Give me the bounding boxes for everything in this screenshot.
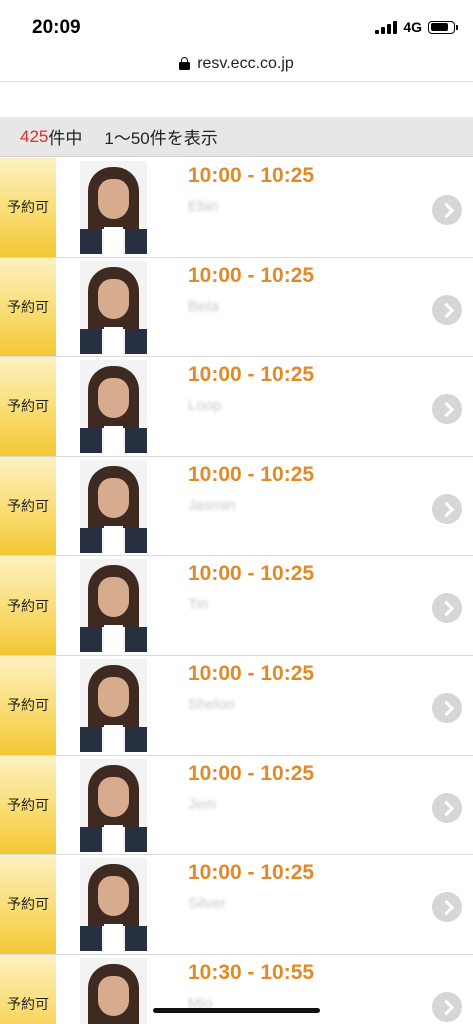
signal-icon	[375, 20, 398, 34]
teacher-name: Beta	[188, 297, 219, 315]
teacher-name: Silver	[188, 895, 226, 913]
lesson-time: 10:00 - 10:25	[188, 164, 315, 187]
teacher-row[interactable]: 予約可 10:00 - 10:25 Ebin	[0, 158, 473, 258]
teacher-photo	[80, 260, 147, 354]
status-cell: 予約可	[0, 855, 56, 954]
availability-label: 予約可	[7, 398, 49, 415]
teacher-photo	[80, 161, 147, 254]
lesson-time: 10:00 - 10:25	[188, 761, 315, 785]
teacher-photo	[80, 459, 147, 553]
chevron-right-icon[interactable]	[432, 294, 462, 325]
status-bar: 20:09 4G	[0, 0, 473, 46]
lock-icon	[179, 57, 191, 70]
availability-label: 予約可	[7, 896, 49, 913]
status-cell: 予約可	[0, 158, 56, 257]
availability-label: 予約可	[7, 298, 49, 315]
result-count-unit: 件中	[48, 129, 83, 148]
chevron-right-icon[interactable]	[432, 493, 462, 524]
status-cell: 予約可	[0, 456, 56, 556]
chevron-right-icon[interactable]	[432, 195, 462, 225]
chevron-right-icon[interactable]	[432, 692, 462, 723]
teacher-name: Loop	[188, 397, 222, 415]
lesson-time: 10:00 - 10:25	[188, 661, 315, 685]
teacher-name: Tin	[188, 596, 209, 614]
lesson-time: 10:00 - 10:25	[188, 363, 315, 387]
teacher-photo	[80, 957, 147, 1024]
teacher-name: Jem	[188, 795, 217, 813]
teacher-row[interactable]: 予約可 10:00 - 10:25 Silver	[0, 855, 473, 955]
status-cell: 予約可	[0, 655, 56, 755]
status-indicators: 4G	[375, 19, 458, 35]
status-cell: 予約可	[0, 954, 56, 1024]
teacher-row[interactable]: 予約可 10:30 - 10:55 Mio	[0, 954, 473, 1024]
availability-label: 予約可	[7, 597, 49, 614]
chevron-right-icon[interactable]	[432, 892, 462, 923]
teacher-name: Shelon	[188, 695, 235, 713]
status-time: 20:09	[32, 17, 81, 38]
chevron-right-icon[interactable]	[432, 394, 462, 425]
teacher-photo	[80, 658, 147, 752]
home-indicator[interactable]	[153, 1008, 320, 1013]
teacher-row[interactable]: 予約可 10:00 - 10:25 Jem	[0, 755, 473, 856]
url-bar[interactable]: resv.ecc.co.jp	[0, 46, 473, 82]
availability-label: 予約可	[7, 996, 49, 1013]
chevron-right-icon[interactable]	[432, 792, 462, 823]
lesson-time: 10:30 - 10:55	[188, 960, 315, 984]
teacher-list: 予約可 10:00 - 10:25 Ebin 予約可 10:00 - 10:25…	[0, 158, 473, 1024]
teacher-photo	[80, 758, 147, 852]
chevron-right-icon[interactable]	[432, 991, 462, 1022]
lesson-time: 10:00 - 10:25	[188, 562, 315, 586]
result-range: 1〜50件を表示	[104, 129, 218, 148]
teacher-name: Jasmin	[188, 496, 236, 514]
teacher-photo	[80, 559, 147, 653]
availability-label: 予約可	[7, 796, 49, 813]
teacher-row[interactable]: 予約可 10:00 - 10:25 Beta	[0, 257, 473, 358]
status-cell: 予約可	[0, 556, 56, 655]
result-count: 425	[20, 126, 49, 146]
availability-label: 予約可	[7, 697, 49, 714]
teacher-name: Ebin	[188, 198, 219, 215]
teacher-row[interactable]: 予約可 10:00 - 10:25 Jasmin	[0, 456, 473, 557]
status-cell: 予約可	[0, 357, 56, 456]
teacher-photo	[80, 360, 147, 454]
availability-label: 予約可	[7, 199, 49, 216]
status-cell: 予約可	[0, 755, 56, 855]
availability-label: 予約可	[7, 498, 49, 515]
url-text: resv.ecc.co.jp	[197, 54, 294, 72]
network-label: 4G	[403, 19, 422, 35]
battery-icon	[428, 20, 458, 34]
results-summary: 425 件中 1〜50件を表示	[0, 117, 473, 157]
teacher-photo	[80, 858, 147, 952]
teacher-row[interactable]: 予約可 10:00 - 10:25 Loop	[0, 357, 473, 457]
lesson-time: 10:00 - 10:25	[188, 462, 315, 486]
lesson-time: 10:00 - 10:25	[188, 861, 315, 885]
teacher-row[interactable]: 予約可 10:00 - 10:25 Tin	[0, 556, 473, 656]
status-cell: 予約可	[0, 257, 56, 357]
lesson-time: 10:00 - 10:25	[188, 263, 315, 287]
teacher-row[interactable]: 予約可 10:00 - 10:25 Shelon	[0, 655, 473, 756]
chevron-right-icon[interactable]	[432, 593, 462, 624]
